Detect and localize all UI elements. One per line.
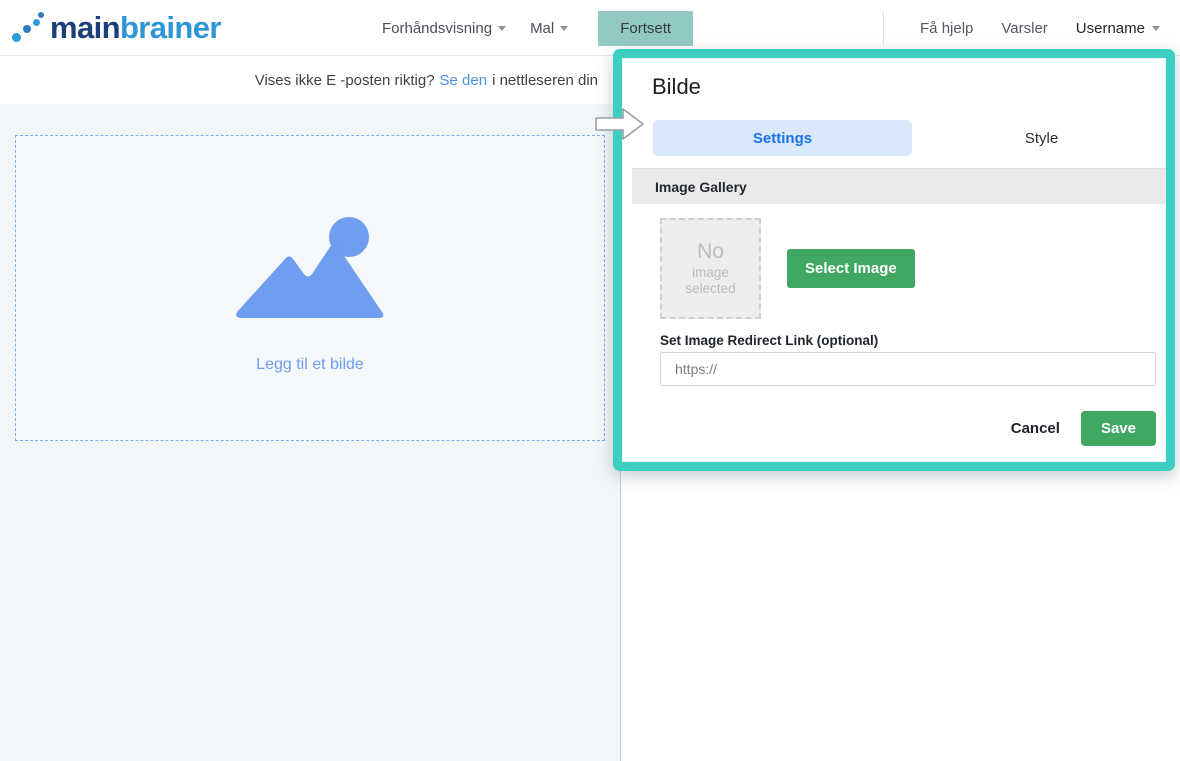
panel-action-buttons: Cancel Save (1007, 411, 1156, 446)
tab-settings[interactable]: Settings (653, 120, 912, 156)
email-canvas: Vises ikke E -posten riktig? Se den i ne… (0, 56, 621, 761)
no-image-line1: No (697, 240, 724, 265)
tab-settings-label: Settings (753, 130, 812, 147)
chevron-down-icon (560, 26, 568, 31)
image-settings-panel: Bilde Settings Style Image Gallery No im… (613, 49, 1175, 471)
image-gallery-section-header: Image Gallery (632, 168, 1166, 204)
redirect-link-label: Set Image Redirect Link (optional) (660, 333, 878, 348)
app-root: mainbrainer Forhåndsvisning Mal Fortsett… (0, 0, 1180, 761)
select-image-button[interactable]: Select Image (787, 249, 915, 288)
image-icon (220, 202, 400, 332)
user-menu[interactable]: Username (1062, 14, 1164, 43)
nav-item-template-label: Mal (530, 20, 554, 37)
logo-text-main: main (50, 10, 120, 45)
get-help-link[interactable]: Få hjelp (906, 14, 987, 43)
tab-style-label: Style (1025, 130, 1058, 147)
main-menu: Forhåndsvisning Mal Fortsett (370, 0, 693, 56)
email-preheader: Vises ikke E -posten riktig? Se den i ne… (0, 56, 620, 104)
notifications-link[interactable]: Varsler (987, 14, 1061, 43)
nav-divider (883, 11, 884, 45)
nav-item-preview[interactable]: Forhåndsvisning (370, 12, 518, 45)
panel-tabs: Settings Style (653, 120, 1171, 156)
logo-wordmark: mainbrainer (50, 11, 221, 45)
continue-button[interactable]: Fortsett (598, 11, 693, 46)
no-image-line2: image (692, 265, 729, 281)
cancel-button[interactable]: Cancel (1007, 414, 1064, 443)
account-menu: Få hjelp Varsler Username (883, 0, 1164, 56)
image-placeholder-block[interactable]: Legg til et bilde (15, 135, 605, 441)
no-image-line3: selected (685, 281, 735, 297)
mainbrainer-logo[interactable]: mainbrainer (12, 8, 221, 48)
preheader-text-after: i nettleseren din (492, 72, 598, 89)
image-settings-panel-body: Bilde Settings Style Image Gallery No im… (622, 58, 1166, 462)
image-gallery-row: No image selected Select Image (660, 218, 915, 319)
save-button[interactable]: Save (1081, 411, 1156, 446)
panel-pointer-arrow-icon (595, 107, 645, 141)
chevron-down-icon (1152, 26, 1160, 31)
username-label: Username (1076, 20, 1145, 37)
panel-title: Bilde (652, 74, 701, 100)
nav-item-preview-label: Forhåndsvisning (382, 20, 492, 37)
no-image-thumbnail[interactable]: No image selected (660, 218, 761, 319)
nav-item-template[interactable]: Mal (518, 12, 580, 45)
tab-style[interactable]: Style (912, 120, 1171, 156)
redirect-link-input[interactable] (660, 352, 1156, 386)
logo-text-brainer: brainer (120, 10, 221, 45)
chevron-down-icon (498, 26, 506, 31)
view-in-browser-link[interactable]: Se den (440, 72, 488, 89)
top-navigation-bar: mainbrainer Forhåndsvisning Mal Fortsett… (0, 0, 1180, 56)
preheader-text-before: Vises ikke E -posten riktig? (255, 72, 435, 89)
logo-dots-icon (12, 11, 48, 45)
add-image-label[interactable]: Legg til et bilde (256, 356, 364, 374)
